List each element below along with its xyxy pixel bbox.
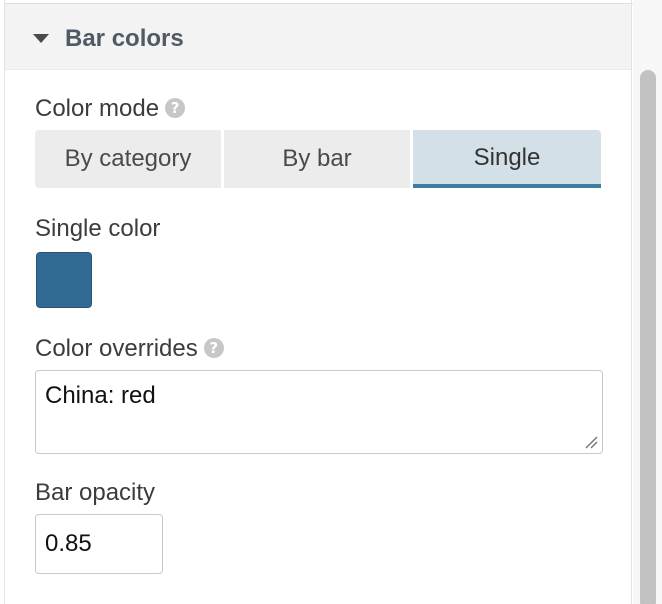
- single-color-swatch[interactable]: [36, 252, 92, 308]
- color-overrides-textarea[interactable]: China: red: [35, 370, 603, 454]
- color-overrides-label: Color overrides?: [35, 334, 224, 364]
- color-overrides-label-text: Color overrides: [35, 335, 198, 362]
- color-mode-label: Color mode?: [35, 94, 186, 124]
- question-circle-icon[interactable]: ?: [203, 337, 224, 358]
- resize-handle-icon[interactable]: [584, 435, 598, 449]
- section-title: Bar colors: [65, 25, 184, 52]
- settings-panel: Bar colors Color mode? By category By ba…: [4, 0, 633, 604]
- color-overrides-value: China: red: [45, 382, 156, 409]
- color-mode-single-button[interactable]: Single: [413, 130, 601, 188]
- color-mode-by-bar-button[interactable]: By bar: [224, 130, 410, 188]
- bar-opacity-label: Bar opacity: [35, 479, 156, 506]
- color-mode-by-category-button[interactable]: By category: [35, 130, 221, 188]
- editor-page: Bar colors Color mode? By category By ba…: [0, 0, 662, 604]
- color-mode-segmented-control: By category By bar Single: [35, 130, 601, 188]
- scrollbar-thumb[interactable]: [640, 70, 656, 604]
- question-circle-icon[interactable]: ?: [165, 97, 186, 118]
- single-color-label: Single color: [35, 215, 161, 242]
- bar-opacity-input[interactable]: 0.85: [35, 514, 163, 574]
- caret-down-icon: [33, 34, 49, 43]
- bar-colors-section-header[interactable]: Bar colors: [5, 4, 631, 70]
- color-mode-label-text: Color mode: [35, 95, 160, 122]
